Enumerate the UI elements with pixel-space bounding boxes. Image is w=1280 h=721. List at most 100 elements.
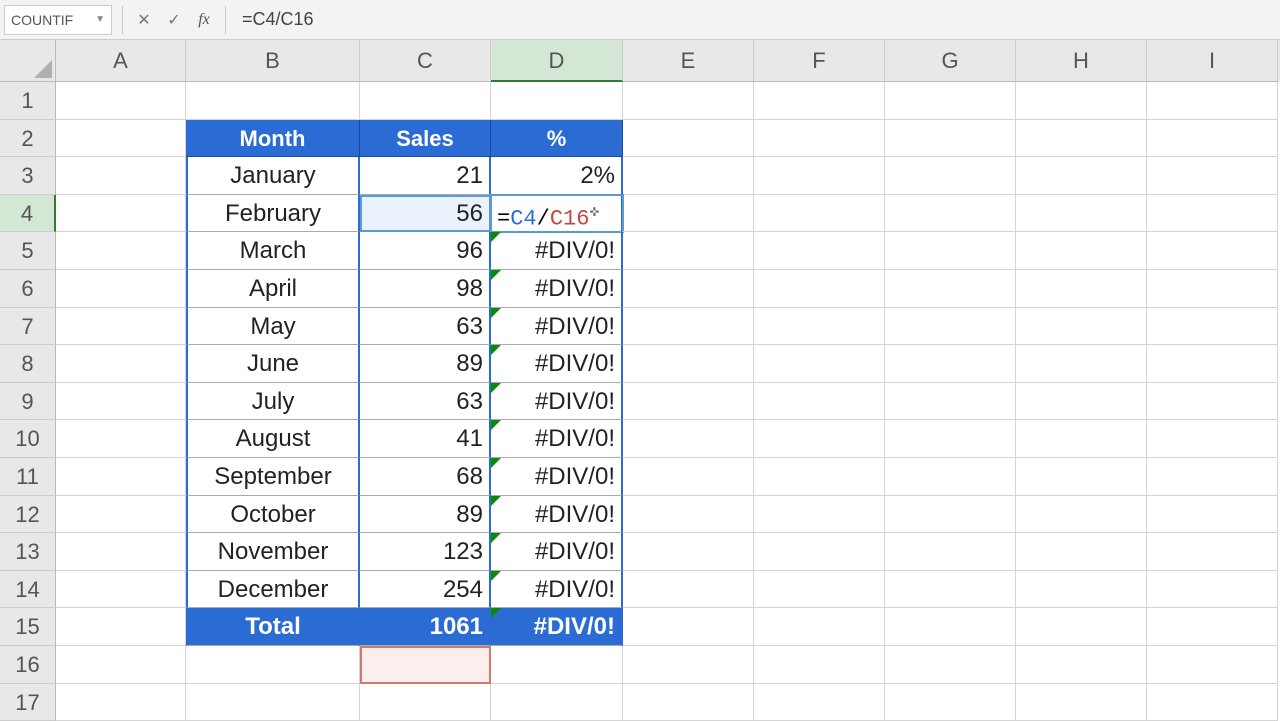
cell[interactable] bbox=[754, 496, 885, 534]
cell[interactable] bbox=[56, 383, 186, 421]
cell[interactable]: January bbox=[186, 157, 360, 195]
cell[interactable] bbox=[885, 308, 1016, 346]
cell[interactable] bbox=[754, 684, 885, 721]
cell[interactable] bbox=[1147, 157, 1278, 195]
cell[interactable]: 21 bbox=[360, 157, 491, 195]
cell[interactable]: #DIV/0! bbox=[491, 571, 623, 609]
cell[interactable] bbox=[754, 458, 885, 496]
cell[interactable] bbox=[1147, 608, 1278, 646]
row-header-4[interactable]: 4 bbox=[0, 195, 56, 233]
fx-icon[interactable]: fx bbox=[189, 11, 219, 29]
row-header-3[interactable]: 3 bbox=[0, 157, 56, 195]
cell[interactable]: August bbox=[186, 420, 360, 458]
cell[interactable] bbox=[1147, 420, 1278, 458]
cell[interactable]: 89 bbox=[360, 345, 491, 383]
cell[interactable] bbox=[885, 646, 1016, 684]
cell[interactable] bbox=[754, 646, 885, 684]
cell[interactable] bbox=[754, 270, 885, 308]
cell[interactable]: 98 bbox=[360, 270, 491, 308]
cell[interactable] bbox=[885, 157, 1016, 195]
cell[interactable] bbox=[56, 157, 186, 195]
cell[interactable] bbox=[56, 195, 186, 233]
row-header-17[interactable]: 17 bbox=[0, 684, 56, 721]
row-header-12[interactable]: 12 bbox=[0, 496, 56, 534]
cell[interactable] bbox=[754, 120, 885, 158]
cell[interactable] bbox=[754, 82, 885, 120]
cell[interactable] bbox=[1147, 684, 1278, 721]
cell[interactable]: #DIV/0! bbox=[491, 533, 623, 571]
cell[interactable] bbox=[885, 82, 1016, 120]
name-box[interactable]: COUNTIF ▼ bbox=[4, 5, 112, 35]
row-header-6[interactable]: 6 bbox=[0, 270, 56, 308]
cell[interactable] bbox=[56, 496, 186, 534]
col-header-E[interactable]: E bbox=[623, 40, 754, 82]
cell[interactable]: #DIV/0! bbox=[491, 458, 623, 496]
cell[interactable] bbox=[754, 533, 885, 571]
row-header-10[interactable]: 10 bbox=[0, 420, 56, 458]
cell[interactable] bbox=[754, 608, 885, 646]
cell[interactable]: Month bbox=[186, 120, 360, 158]
cell[interactable] bbox=[1147, 120, 1278, 158]
cell[interactable] bbox=[1016, 308, 1147, 346]
cell[interactable] bbox=[1016, 571, 1147, 609]
cell[interactable] bbox=[885, 120, 1016, 158]
cell[interactable] bbox=[623, 82, 754, 120]
cell[interactable]: 63 bbox=[360, 383, 491, 421]
row-header-15[interactable]: 15 bbox=[0, 608, 56, 646]
cell[interactable] bbox=[623, 232, 754, 270]
row-header-7[interactable]: 7 bbox=[0, 308, 56, 346]
cell[interactable] bbox=[1016, 383, 1147, 421]
cell[interactable] bbox=[491, 82, 623, 120]
formula-input[interactable]: =C4/C16 bbox=[232, 9, 1280, 30]
cell[interactable] bbox=[623, 496, 754, 534]
cell[interactable]: 1061 bbox=[360, 608, 491, 646]
row-header-11[interactable]: 11 bbox=[0, 458, 56, 496]
cell[interactable] bbox=[885, 496, 1016, 534]
cell[interactable] bbox=[1147, 270, 1278, 308]
cell[interactable]: % bbox=[491, 120, 623, 158]
col-header-G[interactable]: G bbox=[885, 40, 1016, 82]
cell[interactable] bbox=[56, 120, 186, 158]
col-header-F[interactable]: F bbox=[754, 40, 885, 82]
cell[interactable] bbox=[1016, 157, 1147, 195]
cell[interactable] bbox=[623, 608, 754, 646]
cell[interactable] bbox=[1016, 458, 1147, 496]
cell[interactable] bbox=[186, 82, 360, 120]
row-header-13[interactable]: 13 bbox=[0, 533, 56, 571]
cell[interactable] bbox=[56, 82, 186, 120]
cell[interactable] bbox=[56, 308, 186, 346]
cell[interactable] bbox=[623, 420, 754, 458]
cell[interactable] bbox=[623, 120, 754, 158]
cell[interactable] bbox=[885, 608, 1016, 646]
cell[interactable] bbox=[1016, 232, 1147, 270]
cell[interactable] bbox=[56, 646, 186, 684]
cell[interactable] bbox=[56, 270, 186, 308]
cell[interactable]: December bbox=[186, 571, 360, 609]
cell[interactable] bbox=[1147, 82, 1278, 120]
cell[interactable] bbox=[1147, 345, 1278, 383]
cell[interactable] bbox=[1016, 684, 1147, 721]
cell[interactable]: #DIV/0! bbox=[491, 232, 623, 270]
cell[interactable] bbox=[623, 345, 754, 383]
cell[interactable] bbox=[754, 195, 885, 233]
cell[interactable] bbox=[754, 345, 885, 383]
accept-icon[interactable]: ✓ bbox=[159, 10, 189, 30]
cell[interactable] bbox=[623, 458, 754, 496]
cell[interactable] bbox=[1016, 646, 1147, 684]
col-header-I[interactable]: I bbox=[1147, 40, 1278, 82]
cell[interactable] bbox=[1147, 383, 1278, 421]
cell[interactable] bbox=[360, 82, 491, 120]
name-box-dropdown-icon[interactable]: ▼ bbox=[95, 14, 105, 25]
cell[interactable] bbox=[623, 270, 754, 308]
cell[interactable] bbox=[1016, 270, 1147, 308]
cell[interactable] bbox=[623, 533, 754, 571]
spreadsheet-grid[interactable]: A B C D E F G H I 12MonthSales%3January2… bbox=[0, 40, 1280, 721]
cell[interactable]: 41 bbox=[360, 420, 491, 458]
cell[interactable]: 2% bbox=[491, 157, 623, 195]
cell[interactable] bbox=[623, 684, 754, 721]
cell[interactable] bbox=[360, 646, 491, 684]
cell[interactable] bbox=[1147, 308, 1278, 346]
row-header-9[interactable]: 9 bbox=[0, 383, 56, 421]
cell[interactable]: May bbox=[186, 308, 360, 346]
cell[interactable] bbox=[1147, 195, 1278, 233]
